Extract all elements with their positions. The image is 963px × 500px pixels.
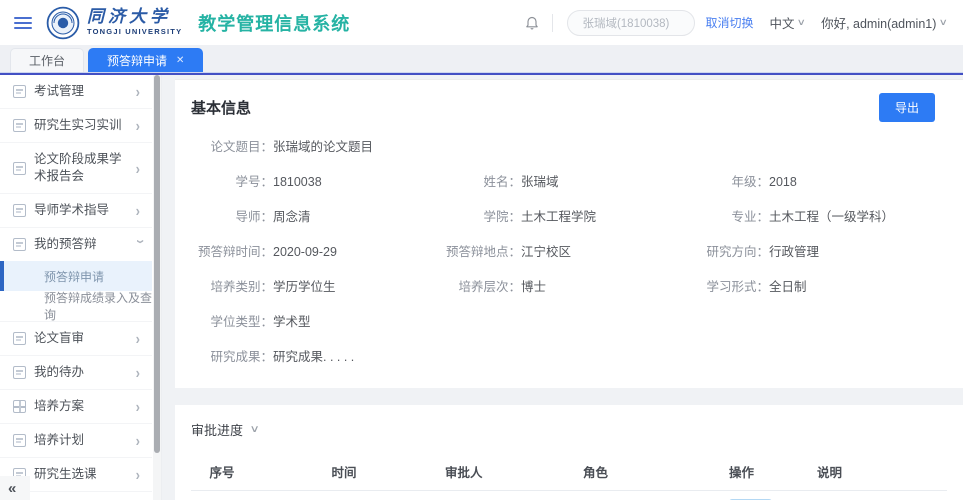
col-header-seq: 序号 xyxy=(191,453,253,491)
sidebar-item-my-todo[interactable]: 我的待办 › xyxy=(0,356,152,390)
col-header-role: 角色 xyxy=(573,453,719,491)
language-label: 中文 xyxy=(769,13,794,32)
chevron-right-icon: › xyxy=(136,364,146,382)
chevron-right-icon: › xyxy=(136,398,146,416)
tab-bar: 工作台 预答辩申请 ✕ xyxy=(0,45,963,72)
chevron-right-icon: › xyxy=(136,159,146,177)
top-header: 同济大学 TONGJI UNIVERSITY 教学管理信息系统 张瑞域(1810… xyxy=(0,0,963,45)
app-window: 同济大学 TONGJI UNIVERSITY 教学管理信息系统 张瑞域(1810… xyxy=(0,0,963,500)
field-predefense-time: 预答辩时间 2020-09-29 xyxy=(191,243,439,261)
sidebar-scrollbar-track xyxy=(153,75,161,500)
chevron-down-icon: ∨ xyxy=(939,17,948,28)
col-header-approver: 审批人 xyxy=(435,453,573,491)
field-grade: 年级 2018 xyxy=(687,173,935,191)
field-name: 姓名 张瑞域 xyxy=(439,173,687,191)
notification-bell-icon[interactable] xyxy=(524,14,540,31)
grid-icon xyxy=(13,400,26,413)
col-header-time: 时间 xyxy=(253,453,435,491)
table-row: 1 2020/09/30 11:44:16 张瑞域 学生 提交 发起流程 xyxy=(191,491,947,500)
sidebar-collapse-icon[interactable]: « xyxy=(0,476,30,500)
chevron-down-icon: › xyxy=(132,239,150,249)
approval-progress-card: 审批进度 ∨ 序号 时间 审批人 角色 操作 xyxy=(175,405,963,500)
cell-seq: 1 xyxy=(191,491,253,500)
approval-progress-title: 审批进度 xyxy=(191,420,243,439)
approval-progress-header[interactable]: 审批进度 ∨ xyxy=(191,420,947,439)
sidebar: 考试管理 › 研究生实习实训 › 论文阶段成果学术报告会 › 导师学术指导 › xyxy=(0,75,162,500)
tab-workbench[interactable]: 工作台 xyxy=(10,48,84,72)
user-menu[interactable]: 你好, admin(admin1) ∨ xyxy=(821,13,947,32)
chevron-right-icon: › xyxy=(136,117,146,135)
hamburger-menu-icon[interactable] xyxy=(14,17,32,29)
chevron-down-icon: ∨ xyxy=(797,17,806,28)
chevron-right-icon: › xyxy=(136,466,146,484)
tab-label: 工作台 xyxy=(29,52,65,69)
chevron-right-icon: › xyxy=(136,432,146,450)
cancel-switch-link[interactable]: 取消切换 xyxy=(705,14,753,31)
university-name-en: TONGJI UNIVERSITY xyxy=(87,28,182,36)
document-icon xyxy=(13,162,26,175)
basic-info-title: 基本信息 xyxy=(191,97,251,118)
field-research-results: 研究成果 研究成果. . . . . xyxy=(191,348,935,366)
edit-icon xyxy=(13,366,26,379)
field-degree-type: 学位类型 学术型 xyxy=(191,313,935,331)
field-thesis-title: 论文题目 张瑞域的论文题目 xyxy=(191,138,935,156)
main-content: 基本信息 导出 论文题目 张瑞域的论文题目 学号 1810038 姓名 xyxy=(162,75,963,500)
user-greeting-label: 你好, admin(admin1) xyxy=(821,13,936,32)
field-training-level: 培养层次 博士 xyxy=(439,278,687,296)
cell-approver: 张瑞域 xyxy=(435,491,573,500)
col-header-note: 说明 xyxy=(807,453,947,491)
col-header-action: 操作 xyxy=(719,453,807,491)
tab-label: 预答辩申请 xyxy=(107,52,167,69)
field-college: 学院 土木工程学院 xyxy=(439,208,687,226)
calendar-icon xyxy=(13,434,26,447)
chevron-right-icon: › xyxy=(136,202,146,220)
sidebar-item-training-plan[interactable]: 培养计划 › xyxy=(0,424,152,458)
tongji-logo-icon xyxy=(46,6,80,40)
field-advisor: 导师 周念清 xyxy=(191,208,439,226)
tab-predefense-application[interactable]: 预答辩申请 ✕ xyxy=(88,48,203,72)
field-training-category: 培养类别 学历学位生 xyxy=(191,278,439,296)
sidebar-item-internship-training[interactable]: 研究生实习实训 › xyxy=(0,109,152,143)
switched-user-pill[interactable]: 张瑞域(1810038) xyxy=(567,10,695,36)
chevron-right-icon: › xyxy=(136,330,146,348)
sidebar-scrollbar-thumb[interactable] xyxy=(154,75,160,453)
sidebar-item-my-predefense[interactable]: 我的预答辩 › xyxy=(0,228,152,261)
sidebar-subitem-predefense-scores[interactable]: 预答辩成绩录入及查询 xyxy=(0,291,152,321)
document-icon xyxy=(13,119,26,132)
field-predefense-location: 预答辩地点 江宁校区 xyxy=(439,243,687,261)
sidebar-item-training-program[interactable]: 培养方案 › xyxy=(0,390,152,424)
sidebar-item-advisor-guidance[interactable]: 导师学术指导 › xyxy=(0,194,152,228)
cell-role: 学生 xyxy=(573,491,719,500)
field-research-direction: 研究方向 行政管理 xyxy=(687,243,935,261)
language-selector[interactable]: 中文 ∨ xyxy=(769,13,805,32)
field-student-id: 学号 1810038 xyxy=(191,173,439,191)
document-icon xyxy=(13,85,26,98)
cell-note: 发起流程 xyxy=(807,491,947,500)
document-icon xyxy=(13,238,26,251)
chevron-down-icon: ∨ xyxy=(250,424,260,435)
sidebar-item-thesis-stage-report[interactable]: 论文阶段成果学术报告会 › xyxy=(0,143,152,194)
document-icon xyxy=(13,204,26,217)
basic-info-card: 基本信息 导出 论文题目 张瑞域的论文题目 学号 1810038 姓名 xyxy=(175,79,963,388)
document-icon xyxy=(13,332,26,345)
field-major: 专业 土木工程（一级学科） xyxy=(687,208,935,226)
sidebar-subitem-predefense-application[interactable]: 预答辩申请 xyxy=(0,261,152,291)
cell-time: 2020/09/30 11:44:16 xyxy=(253,491,435,500)
chevron-right-icon: › xyxy=(136,83,146,101)
field-study-form: 学习形式 全日制 xyxy=(687,278,935,296)
close-icon[interactable]: ✕ xyxy=(176,55,184,66)
system-title: 教学管理信息系统 xyxy=(198,10,350,36)
export-button[interactable]: 导出 xyxy=(879,93,935,122)
header-divider xyxy=(552,14,553,32)
university-name-cn: 同济大学 xyxy=(87,9,182,26)
sidebar-item-blind-review[interactable]: 论文盲审 › xyxy=(0,322,152,356)
university-name: 同济大学 TONGJI UNIVERSITY xyxy=(87,9,182,36)
sidebar-item-exam-management[interactable]: 考试管理 › xyxy=(0,75,152,109)
approval-table: 序号 时间 审批人 角色 操作 说明 1 2020/09/30 11:44:16 xyxy=(191,453,947,500)
